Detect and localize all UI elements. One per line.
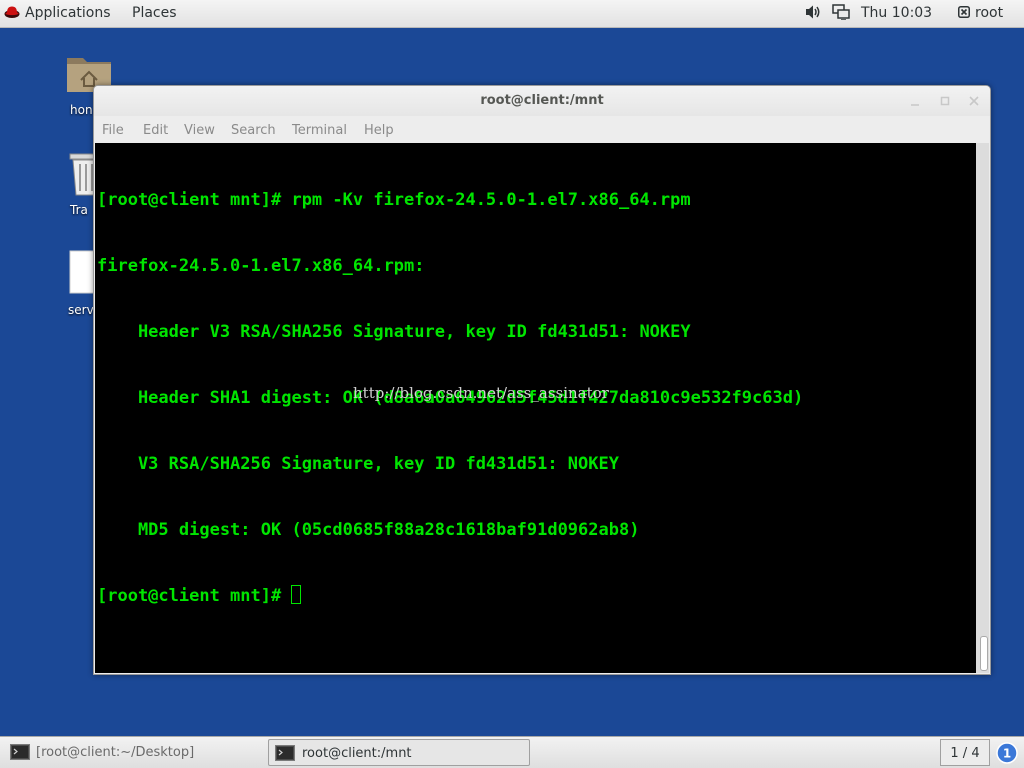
desktop-icon-label: Tra xyxy=(70,203,88,217)
terminal-line: firefox-24.5.0-1.el7.x86_64.rpm: xyxy=(97,256,425,276)
network-wired-icon xyxy=(832,4,850,21)
notification-count: 1 xyxy=(1003,747,1011,761)
window-title: root@client:/mnt xyxy=(480,93,604,108)
terminal-app-icon xyxy=(10,744,30,760)
terminal-area[interactable]: [root@client mnt]# rpm -Kv firefox-24.5.… xyxy=(95,143,976,673)
taskbar-item-desktop-terminal[interactable]: [root@client:~/Desktop] xyxy=(4,739,262,766)
maximize-button[interactable] xyxy=(938,94,952,108)
system-status-icon xyxy=(958,6,970,18)
menubar: File Edit View Search Terminal Help xyxy=(94,119,990,143)
workspace-switcher[interactable]: 1 / 4 xyxy=(940,739,990,766)
terminal-line: V3 RSA/SHA256 Signature, key ID fd431d51… xyxy=(97,454,619,474)
places-menu[interactable]: Places xyxy=(132,0,177,27)
bottom-taskbar: [root@client:~/Desktop] root@client:/mnt… xyxy=(0,736,1024,768)
terminal-line: MD5 digest: OK (05cd0685f88a28c1618baf91… xyxy=(97,520,640,540)
terminal-line: Header V3 RSA/SHA256 Signature, key ID f… xyxy=(97,322,691,342)
desktop-icon-label: serv xyxy=(68,303,94,317)
volume-icon xyxy=(806,5,820,19)
volume-indicator[interactable] xyxy=(804,0,822,27)
terminal-cursor xyxy=(291,585,302,604)
network-indicator[interactable] xyxy=(832,0,850,27)
taskbar-item-label: [root@client:~/Desktop] xyxy=(36,745,195,760)
terminal-prompt-line: [root@client mnt]# xyxy=(97,585,803,607)
menu-help[interactable]: Help xyxy=(364,119,394,143)
terminal-window: root@client:/mnt File Edit View Search T… xyxy=(93,85,991,675)
scrollbar-thumb[interactable] xyxy=(980,636,988,671)
terminal-line: [root@client mnt]# rpm -Kv firefox-24.5.… xyxy=(97,190,691,210)
menu-terminal[interactable]: Terminal xyxy=(292,119,347,143)
clock[interactable]: Thu 10:03 xyxy=(861,0,932,27)
applications-label: Applications xyxy=(25,5,111,21)
window-titlebar[interactable]: root@client:/mnt xyxy=(94,86,990,116)
redhat-logo-icon xyxy=(4,6,20,18)
desktop-icon-label: hon xyxy=(70,103,93,117)
watermark-text: http://blog.csdn.net/ass_assinator xyxy=(353,384,609,402)
applications-menu[interactable]: Applications xyxy=(4,0,111,27)
user-menu[interactable]: root xyxy=(958,0,1003,27)
user-name: root xyxy=(975,5,1004,21)
menu-file[interactable]: File xyxy=(102,119,124,143)
desktop: Applications Places Thu 10:03 root hon T… xyxy=(0,0,1024,768)
notification-badge[interactable]: 1 xyxy=(996,742,1018,764)
terminal-prompt: [root@client mnt]# xyxy=(97,586,292,606)
top-panel: Applications Places Thu 10:03 root xyxy=(0,0,1024,28)
minimize-button[interactable] xyxy=(908,94,922,108)
terminal-scrollbar[interactable] xyxy=(976,143,989,673)
terminal-app-icon xyxy=(275,745,295,761)
menu-view[interactable]: View xyxy=(184,119,215,143)
taskbar-item-label: root@client:/mnt xyxy=(302,746,412,761)
menu-edit[interactable]: Edit xyxy=(143,119,168,143)
menu-search[interactable]: Search xyxy=(231,119,276,143)
taskbar-item-mnt-terminal[interactable]: root@client:/mnt xyxy=(268,739,530,766)
close-button[interactable] xyxy=(967,94,981,108)
